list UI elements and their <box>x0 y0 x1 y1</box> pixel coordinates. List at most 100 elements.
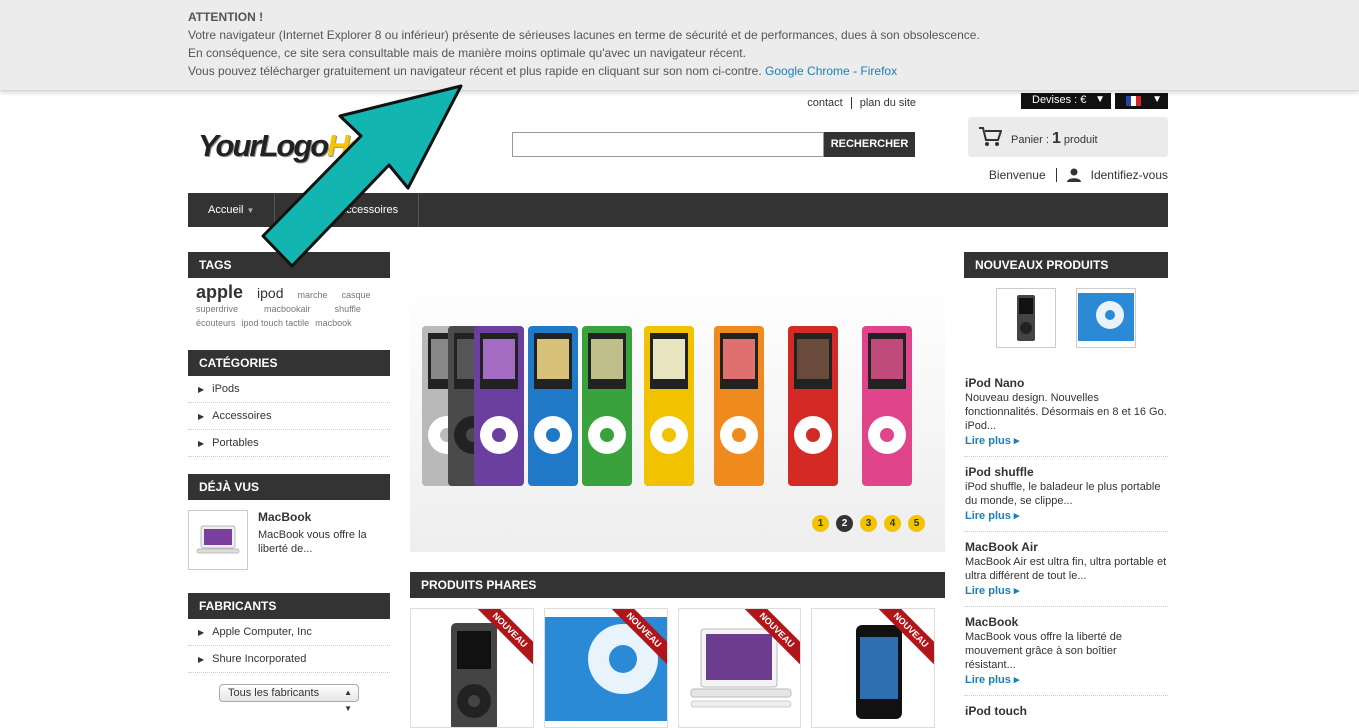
featured-product-list: NOUVEAU NOUVEAU NOUVEAU NOUVEAU <box>410 608 945 728</box>
new-product-name[interactable]: iPod touch <box>965 704 1168 718</box>
manufacturer-label: Apple Computer, Inc <box>212 626 312 638</box>
sitemap-link[interactable]: plan du site <box>850 97 924 109</box>
read-more-label: Lire plus <box>965 674 1011 686</box>
ipod-shuffle-thumb-image <box>1078 293 1134 341</box>
category-item[interactable]: ▶ Portables <box>188 430 390 457</box>
browser-warning-bar: ATTENTION ! Votre navigateur (Internet E… <box>0 0 1359 91</box>
read-more-link[interactable]: Lire plus ▸ <box>965 509 1168 523</box>
product-card-macbook[interactable]: NOUVEAU <box>677 608 802 728</box>
slider-dot-4[interactable]: 4 <box>884 515 901 532</box>
tag-link[interactable]: macbook <box>315 318 352 328</box>
new-product-name[interactable]: MacBook <box>965 615 1168 629</box>
arrow-right-icon: ▸ <box>1013 585 1020 597</box>
cart-count: 1 <box>1051 130 1061 147</box>
manufacturer-item[interactable]: ▶ Shure Incorporated <box>188 646 390 673</box>
arrow-right-icon: ▸ <box>1013 435 1020 447</box>
slider-dot-2[interactable]: 2 <box>836 515 853 532</box>
new-product-item: iPod touch <box>964 696 1168 727</box>
ipod-yellow-image <box>644 326 694 486</box>
product-card-ipod-touch[interactable]: NOUVEAU <box>811 608 935 728</box>
new-product-name[interactable]: MacBook Air <box>965 540 1168 554</box>
tag-link[interactable]: écouteurs <box>196 318 236 328</box>
firefox-link[interactable]: Firefox <box>860 64 897 78</box>
warning-text: ATTENTION ! Votre navigateur (Internet E… <box>188 8 980 80</box>
tag-link[interactable]: apple <box>196 282 243 302</box>
macbook-thumbnail[interactable] <box>188 510 248 570</box>
warning-line-1: Votre navigateur (Internet Explorer 8 ou… <box>188 28 980 42</box>
chrome-link[interactable]: Google Chrome <box>765 64 850 78</box>
login-link[interactable]: Identifiez-vous <box>1091 168 1168 182</box>
laptop-icon <box>196 525 240 554</box>
left-column: TAGS apple ipod marche casque superdrive mac… <box>188 252 390 713</box>
currency-chevron-down-icon: ▼ <box>1095 94 1105 105</box>
manufacturer-item[interactable]: ▶ Apple Computer, Inc <box>188 619 390 646</box>
image-slider[interactable]: 1 2 3 4 5 <box>410 276 945 552</box>
category-label: Portables <box>212 437 259 449</box>
slider-dot-5[interactable]: 5 <box>908 515 925 532</box>
category-item[interactable]: ▶ iPods <box>188 376 390 403</box>
warning-line-3: Vous pouvez télécharger gratuitement un … <box>188 62 980 80</box>
language-select[interactable]: ▼ <box>1115 93 1168 109</box>
ipod-red-image <box>788 326 838 486</box>
category-label: iPods <box>212 383 240 395</box>
category-item[interactable]: ▶ Accessoires <box>188 403 390 430</box>
tag-link[interactable]: ipod touch tactile <box>242 318 310 328</box>
read-more-link[interactable]: Lire plus ▸ <box>965 673 1168 687</box>
search-button[interactable]: RECHERCHER <box>824 132 915 157</box>
slider-pagination: 1 2 3 4 5 <box>805 515 925 532</box>
featured-products: PRODUITS PHARES NOUVEAU NOUVEAU NOUVEAU … <box>410 572 945 728</box>
read-more-link[interactable]: Lire plus ▸ <box>965 584 1168 598</box>
read-more-label: Lire plus <box>965 585 1011 597</box>
viewed-title: DÉJÀ VUS <box>188 474 390 500</box>
right-column: NOUVEAUX PRODUITS iPod Nano Nouveau desi… <box>964 252 1168 727</box>
manufacturers-title: FABRICANTS <box>188 593 390 619</box>
viewed-product-name[interactable]: MacBook <box>258 510 378 524</box>
product-card-ipod-shuffle[interactable]: NOUVEAU <box>543 608 668 728</box>
new-product-desc: MacBook Air est ultra fin, ultra portabl… <box>965 556 1167 582</box>
arrow-right-icon: ▶ <box>198 655 205 664</box>
cart-label: Panier : <box>1011 134 1052 146</box>
manufacturer-select[interactable]: Tous les fabricants ▲ ▼ <box>219 684 359 713</box>
center-column: 1 2 3 4 5 PRODUITS PHARES NOUVEAU NOUVEA… <box>410 276 945 728</box>
new-product-desc: iPod shuffle, le baladeur le plus portab… <box>965 481 1161 507</box>
user-area: Bienvenue Identifiez-vous <box>979 168 1168 182</box>
tag-link[interactable]: superdrive <box>196 304 238 314</box>
ipod-nano-thumbnail[interactable] <box>996 288 1056 348</box>
category-label: Accessoires <box>212 410 272 422</box>
viewed-product[interactable]: MacBook MacBook vous offre la liberté de… <box>188 500 390 570</box>
warning-line-2: En conséquence, ce site sera consultable… <box>188 46 746 60</box>
tag-cloud: apple ipod marche casque superdrive macbooka… <box>188 278 390 337</box>
read-more-label: Lire plus <box>965 510 1011 522</box>
arrow-right-icon: ▶ <box>198 412 205 421</box>
new-product-item: MacBook Air MacBook Air est ultra fin, u… <box>964 532 1168 607</box>
new-product-item: iPod Nano Nouveau design. Nouvelles fonc… <box>964 368 1168 457</box>
select-updown-icon: ▲ ▼ <box>344 688 352 713</box>
search-input[interactable] <box>512 132 824 157</box>
cart-summary[interactable]: Panier : 1 produit <box>968 117 1168 157</box>
manufacturer-label: Shure Incorporated <box>212 653 307 665</box>
currency-select[interactable]: Devises : € ▼ <box>1021 93 1111 109</box>
new-product-desc: Nouveau design. Nouvelles fonctionnalité… <box>965 392 1167 432</box>
viewed-product-desc: MacBook vous offre la liberté de... <box>258 529 367 555</box>
nav-home-label: Accueil <box>208 204 244 216</box>
tag-link[interactable]: shuffle <box>335 304 361 314</box>
tag-link[interactable]: casque <box>342 290 371 300</box>
ipod-shuffle-thumbnail[interactable] <box>1076 288 1136 348</box>
new-product-item: MacBook MacBook vous offre la liberté de… <box>964 607 1168 696</box>
read-more-link[interactable]: Lire plus ▸ <box>965 434 1168 448</box>
currency-label: Devises : € <box>1032 94 1087 106</box>
slider-dot-1[interactable]: 1 <box>812 515 829 532</box>
cart-icon <box>979 127 1002 146</box>
contact-link[interactable]: contact <box>799 97 850 109</box>
new-product-name[interactable]: iPod shuffle <box>965 465 1168 479</box>
warning-line-3-text: Vous pouvez télécharger gratuitement un … <box>188 64 766 78</box>
slider-dot-3[interactable]: 3 <box>860 515 877 532</box>
manufacturer-select-value: Tous les fabricants <box>228 687 320 699</box>
categories-title: CATÉGORIES <box>188 350 390 376</box>
tag-link[interactable]: ipod <box>257 285 283 301</box>
tag-link[interactable]: marche <box>297 290 327 300</box>
french-flag-icon <box>1126 96 1141 106</box>
product-card-ipod-nano[interactable]: NOUVEAU <box>410 608 534 728</box>
tag-link[interactable]: macbookair <box>264 304 311 314</box>
new-product-name[interactable]: iPod Nano <box>965 376 1168 390</box>
